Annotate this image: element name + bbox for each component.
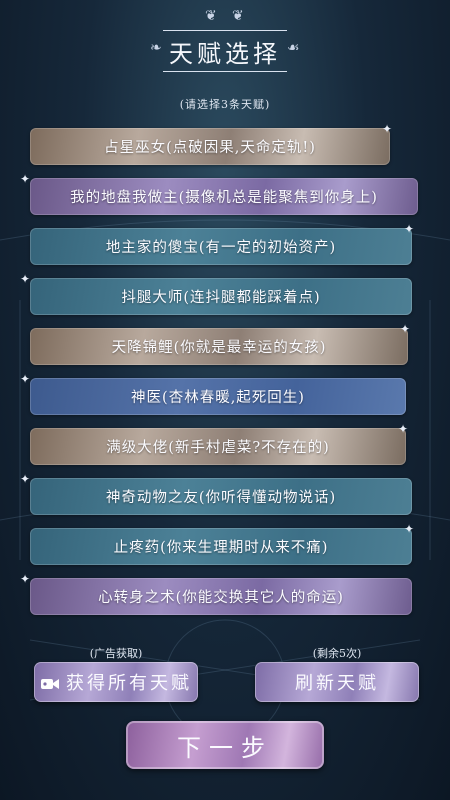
title-left-ornament-icon: ❧: [150, 40, 162, 56]
talent-label: 神医(杏林春暖,起死回生): [131, 390, 305, 406]
talent-label: 心转身之术(你能交换其它人的命运): [98, 590, 344, 606]
sparkle-icon: ✦: [20, 372, 31, 386]
sparkle-icon: ✦: [20, 472, 31, 486]
talent-option[interactable]: 满级大佬(新手村虐菜?不存在的): [30, 428, 406, 465]
talent-option[interactable]: 止疼药(你来生理期时从来不痛): [30, 528, 412, 565]
talent-option[interactable]: 神医(杏林春暖,起死回生): [30, 378, 406, 415]
video-camera-icon: [40, 675, 60, 689]
remaining-label: (剩余5次): [312, 647, 362, 660]
next-step-label: 下一步: [177, 733, 273, 762]
get-all-talents-label: 获得所有天赋: [66, 673, 192, 694]
talent-label: 地主家的傻宝(有一定的初始资产): [105, 240, 337, 256]
talent-option[interactable]: 神奇动物之友(你听得懂动物说话): [30, 478, 412, 515]
sparkle-icon: ✦: [404, 522, 415, 536]
talent-label: 占星巫女(点破因果,天命定轨!): [104, 140, 316, 156]
refresh-talents-label: 刷新天赋: [295, 673, 379, 694]
sparkle-icon: ✦: [400, 322, 411, 336]
talent-label: 抖腿大师(连抖腿都能踩着点): [121, 290, 321, 306]
subtitle: (请选择3条天赋): [179, 98, 271, 111]
talent-option[interactable]: 地主家的傻宝(有一定的初始资产): [30, 228, 412, 265]
header: ❦ ❦ 天赋选择 ❧ ☙ (请选择3条天赋): [0, 0, 450, 120]
sparkle-icon: ✦: [20, 272, 31, 286]
sparkle-icon: ✦: [20, 172, 31, 186]
top-ornament-icon: ❦: [205, 8, 217, 24]
sparkle-icon: ✦: [398, 422, 409, 436]
sparkle-icon: ✦: [404, 222, 415, 236]
talent-option[interactable]: 抖腿大师(连抖腿都能踩着点): [30, 278, 412, 315]
sparkle-icon: ✦: [382, 122, 393, 136]
top-ornament-right-icon: ❦: [232, 8, 244, 24]
talent-label: 天降锦鲤(你就是最幸运的女孩): [111, 340, 327, 356]
talent-option[interactable]: 占星巫女(点破因果,天命定轨!): [30, 128, 390, 165]
next-step-button[interactable]: 下一步: [126, 721, 324, 769]
title-right-ornament-icon: ☙: [287, 40, 300, 56]
talent-option[interactable]: 心转身之术(你能交换其它人的命运): [30, 578, 412, 615]
sparkle-icon: ✦: [20, 572, 31, 586]
refresh-talents-button[interactable]: 刷新天赋: [255, 662, 419, 702]
page-title: 天赋选择: [169, 39, 281, 68]
title-frame: 天赋选择: [163, 30, 287, 72]
talent-label: 我的地盘我做主(摄像机总是能聚焦到你身上): [70, 190, 378, 206]
talent-option[interactable]: 天降锦鲤(你就是最幸运的女孩): [30, 328, 408, 365]
talent-label: 神奇动物之友(你听得懂动物说话): [105, 490, 337, 506]
talent-label: 满级大佬(新手村虐菜?不存在的): [106, 440, 330, 456]
talent-option[interactable]: 我的地盘我做主(摄像机总是能聚焦到你身上): [30, 178, 418, 215]
get-all-talents-button[interactable]: 获得所有天赋: [34, 662, 198, 702]
ad-label: (广告获取): [89, 647, 143, 660]
talent-label: 止疼药(你来生理期时从来不痛): [113, 540, 329, 556]
